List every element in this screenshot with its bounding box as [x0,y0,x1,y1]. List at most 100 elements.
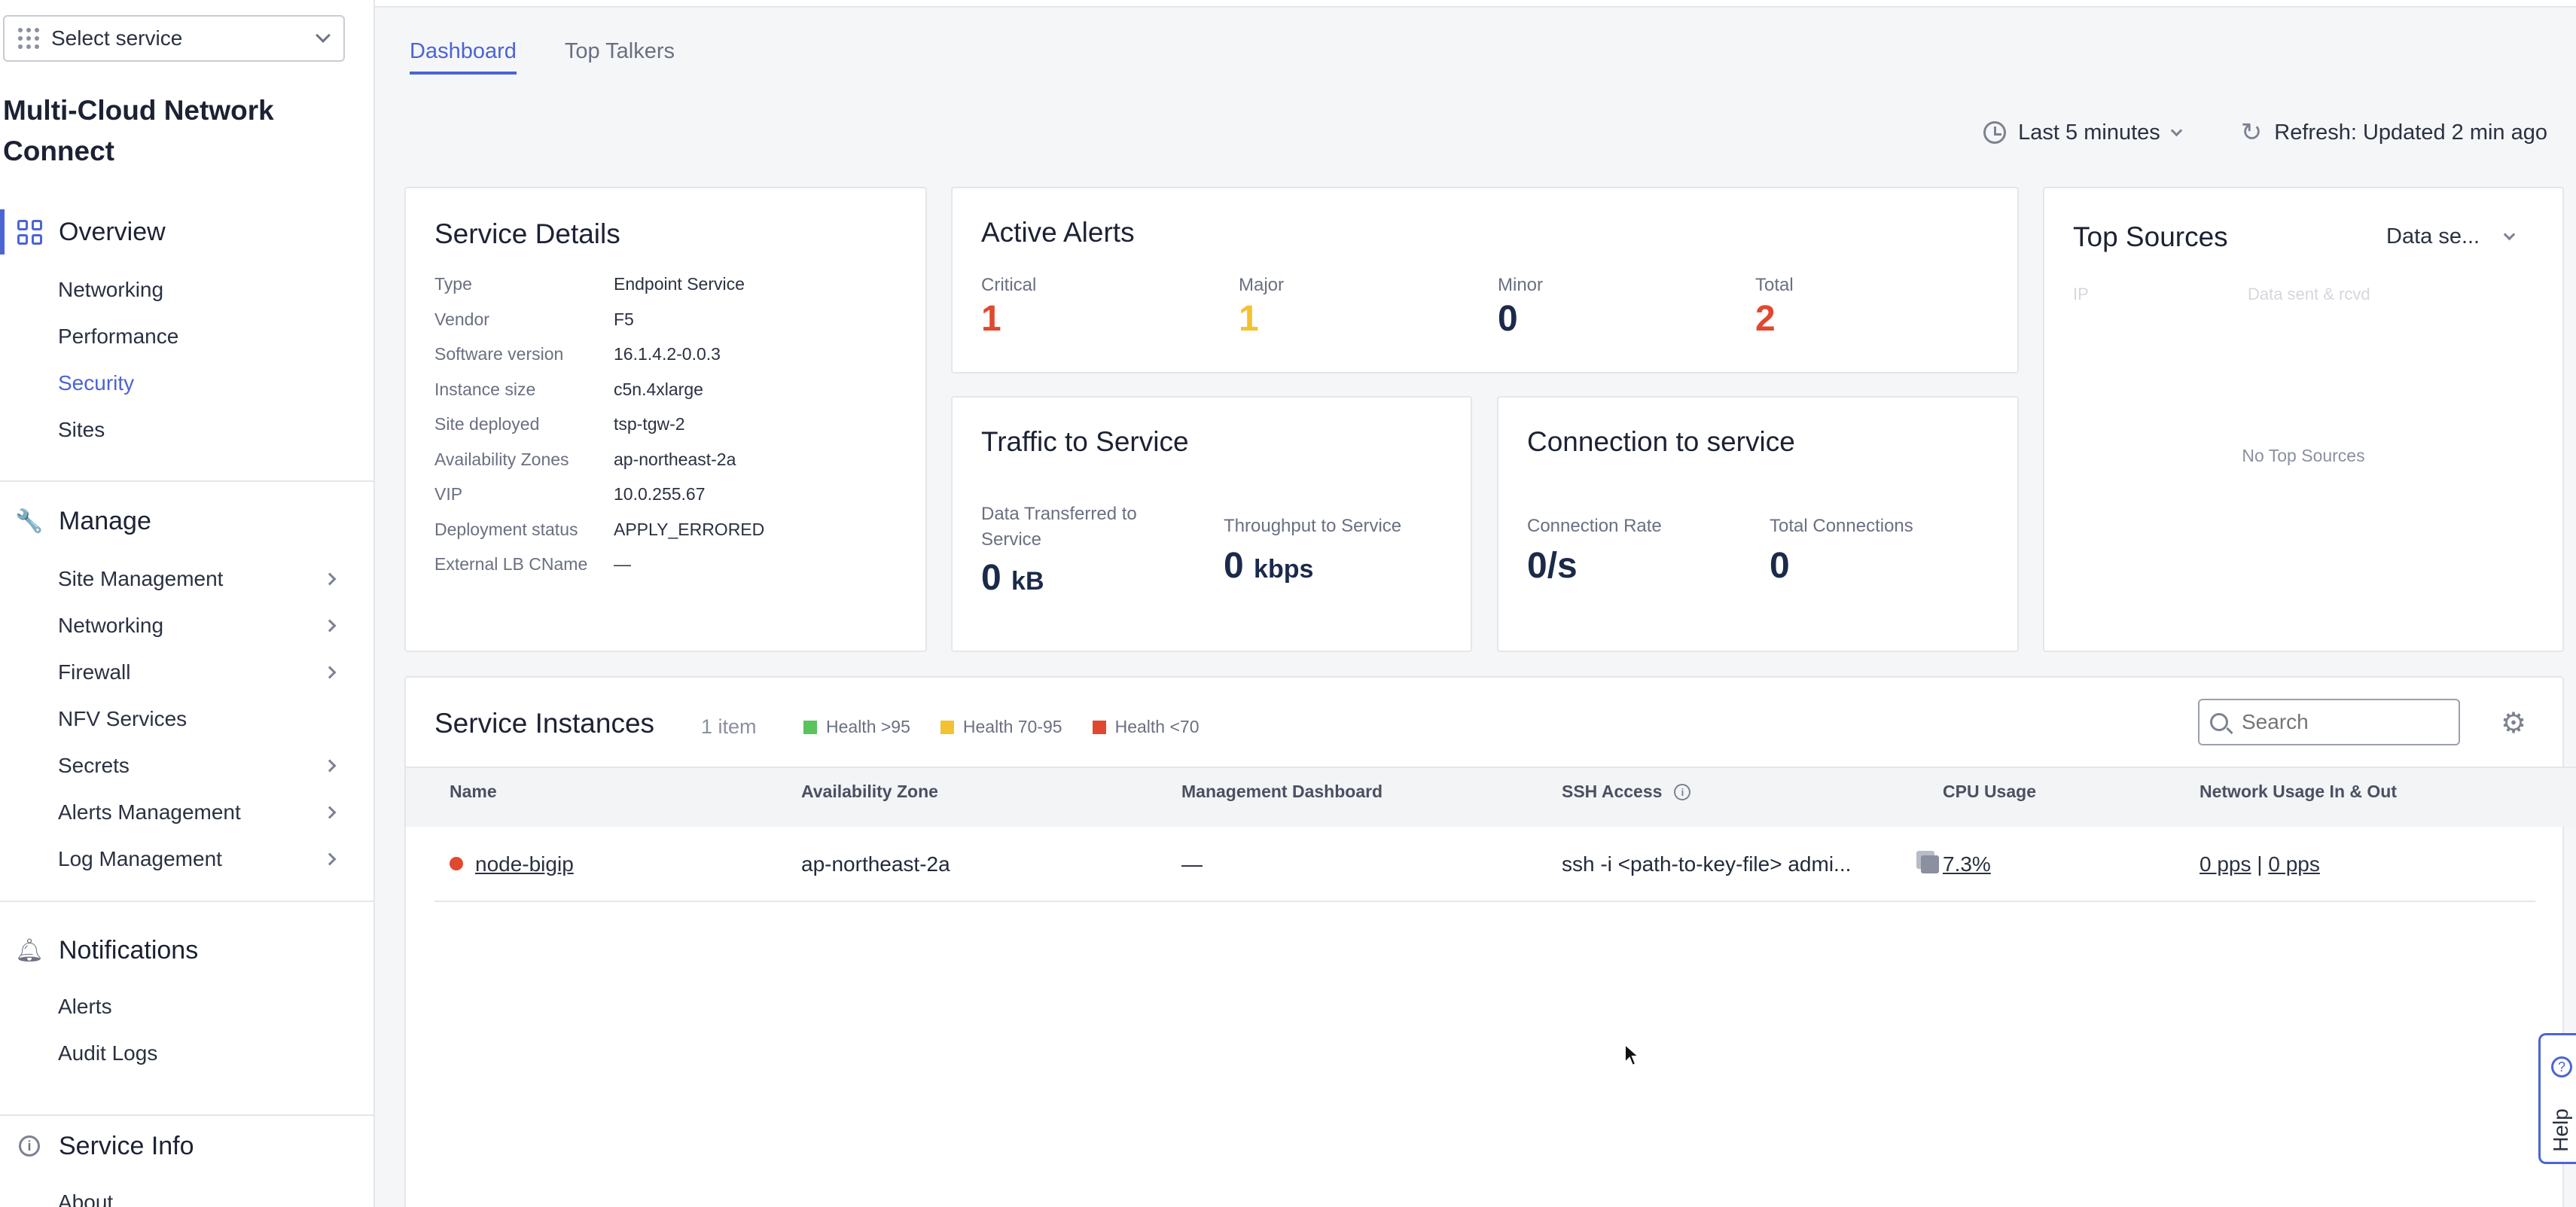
refresh-label: Refresh: Updated 2 min ago [2274,120,2547,145]
legend-swatch [940,720,954,734]
legend-swatch [803,720,817,734]
wrench-icon: 🔧 [15,508,44,534]
nav-item-audit-logs[interactable]: Audit Logs [0,1030,373,1077]
top-sources-title: Top Sources [2073,221,2228,252]
col-availability-zone[interactable]: Availability Zone [801,782,938,802]
alert-critical-label: Critical [981,275,1037,295]
network-usage: 0 pps | 0 pps [2200,852,2320,876]
col-network-usage[interactable]: Network Usage In & Out [2200,782,2397,802]
instance-name-link[interactable]: node-bigip [475,852,574,876]
nav-divider [0,901,373,902]
sidebar: Select service Multi-Cloud Network Conne… [0,0,375,1207]
search-input[interactable] [2242,710,2453,734]
info-icon[interactable]: i [1674,783,1691,800]
chevron-right-icon [323,806,337,819]
nav-item-label: Firewall [58,660,131,684]
connection-rate-metric: Connection Rate 0/s [1527,514,1662,587]
alert-critical: Critical 1 [981,273,1036,340]
service-select[interactable]: Select service [3,15,345,62]
search-box[interactable] [2198,699,2460,745]
instances-count: 1 item [701,715,757,738]
top-sources-col-ip: IP [2073,285,2089,303]
chevron-right-icon [323,666,337,679]
col-name[interactable]: Name [450,782,497,802]
top-bar [375,0,2576,8]
nav-notifications[interactable]: 🔔︎ Notifications [0,928,373,973]
nav-item-alerts[interactable]: Alerts [0,983,373,1030]
nav-item-secrets[interactable]: Secrets [0,742,373,789]
nav-item-performance[interactable]: Performance [0,313,373,360]
nav-item-nfv-services[interactable]: NFV Services [0,696,373,742]
throughput-value: 0 kbps [1224,545,1401,587]
alert-total-label: Total [1755,275,1794,295]
help-tab[interactable]: ? Help [2538,1033,2576,1164]
nav-item-networking[interactable]: Networking [0,267,373,313]
chevron-down-icon [2170,124,2183,136]
cpu-usage-link[interactable]: 7.3% [1943,852,1991,876]
info-icon: i [17,1133,42,1159]
tab-dashboard[interactable]: Dashboard [410,39,517,75]
nav-notifications-label: Notifications [59,935,199,965]
service-select-label: Select service [51,26,183,50]
tab-bar: Dashboard Top Talkers [410,39,675,75]
col-management-dashboard[interactable]: Management Dashboard [1181,782,1383,802]
search-icon [2210,713,2233,735]
legend-label: Health >95 [826,717,910,736]
detail-key: Deployment status [434,519,578,539]
detail-value: 16.1.4.2-0.0.3 [614,344,721,364]
legend-label: Health <70 [1114,717,1200,736]
table-row: node-bigip ap-northeast-2a — ssh -i <pat… [434,828,2535,902]
nav-item-security[interactable]: Security [0,360,373,407]
traffic-title: Traffic to Service [981,426,1189,457]
nav-service-info[interactable]: i Service Info [0,1123,373,1169]
nav-item-sites[interactable]: Sites [0,407,373,453]
top-sources-dropdown-label: Data se... [2386,224,2480,248]
network-in-link[interactable]: 0 pps [2200,852,2251,876]
copy-icon[interactable] [1916,851,1939,873]
apps-grid-icon [18,28,39,49]
detail-value: tsp-tgw-2 [614,414,685,434]
chevron-right-icon [323,759,337,773]
help-label: Help [2548,1108,2572,1152]
chevron-right-icon [323,619,337,632]
nav-manage[interactable]: 🔧 Manage [0,498,373,544]
detail-value: — [614,554,631,574]
service-details-title: Service Details [434,218,620,249]
top-sources-col-data: Data sent & rcvd [2248,285,2370,303]
col-cpu-usage[interactable]: CPU Usage [1943,782,2036,802]
nav-manage-section: 🔧 Manage Site Management Networking Fire… [0,498,373,882]
nav-item-firewall[interactable]: Firewall [0,649,373,696]
settings-gear-icon[interactable]: ⚙ [2501,706,2526,740]
nav-item-about[interactable]: About [0,1179,373,1207]
nav-overview[interactable]: Overview [0,209,373,255]
nav-notifications-section: 🔔︎ Notifications Alerts Audit Logs [0,928,373,1077]
chevron-down-icon [316,28,331,43]
col-ssh-access[interactable]: SSH Access i [1562,782,1691,802]
data-transferred-label: Data Transferred to Service [981,504,1137,550]
total-connections-value: 0 [1770,546,1790,586]
alert-minor-count: 0 [1498,299,1518,339]
nav-item-networking-manage[interactable]: Networking [0,602,373,649]
legend-health-low: Health <70 [1092,717,1200,737]
network-out-link[interactable]: 0 pps [2268,852,2320,876]
alert-minor-label: Minor [1498,275,1544,295]
alert-total-count: 2 [1755,299,1776,339]
alert-major-count: 1 [1239,299,1259,339]
detail-key: Software version [434,344,564,364]
legend-health-mid: Health 70-95 [940,717,1062,737]
total-connections-metric: Total Connections 0 [1770,514,1913,587]
nav-item-log-management[interactable]: Log Management [0,836,373,882]
instance-ssh-command: ssh -i <path-to-key-file> admi... [1562,852,1852,876]
nav-item-site-management[interactable]: Site Management [0,556,373,602]
health-legend: Health >95 Health 70-95 Health <70 [803,717,1199,737]
tab-top-talkers[interactable]: Top Talkers [565,39,675,75]
top-sources-metric-dropdown[interactable]: Data se... [2386,224,2516,249]
detail-key: Availability Zones [434,449,569,469]
time-range-dropdown[interactable]: Last 5 minutes [1983,120,2183,145]
top-sources-card: Top Sources Data se... IP Data sent & rc… [2043,187,2564,652]
detail-value: F5 [614,309,634,329]
connection-card: Connection to service Connection Rate 0/… [1497,396,2019,652]
nav-item-alerts-management[interactable]: Alerts Management [0,789,373,836]
connection-title: Connection to service [1527,426,1795,457]
refresh-button[interactable]: ↻ Refresh: Updated 2 min ago [2241,117,2547,148]
